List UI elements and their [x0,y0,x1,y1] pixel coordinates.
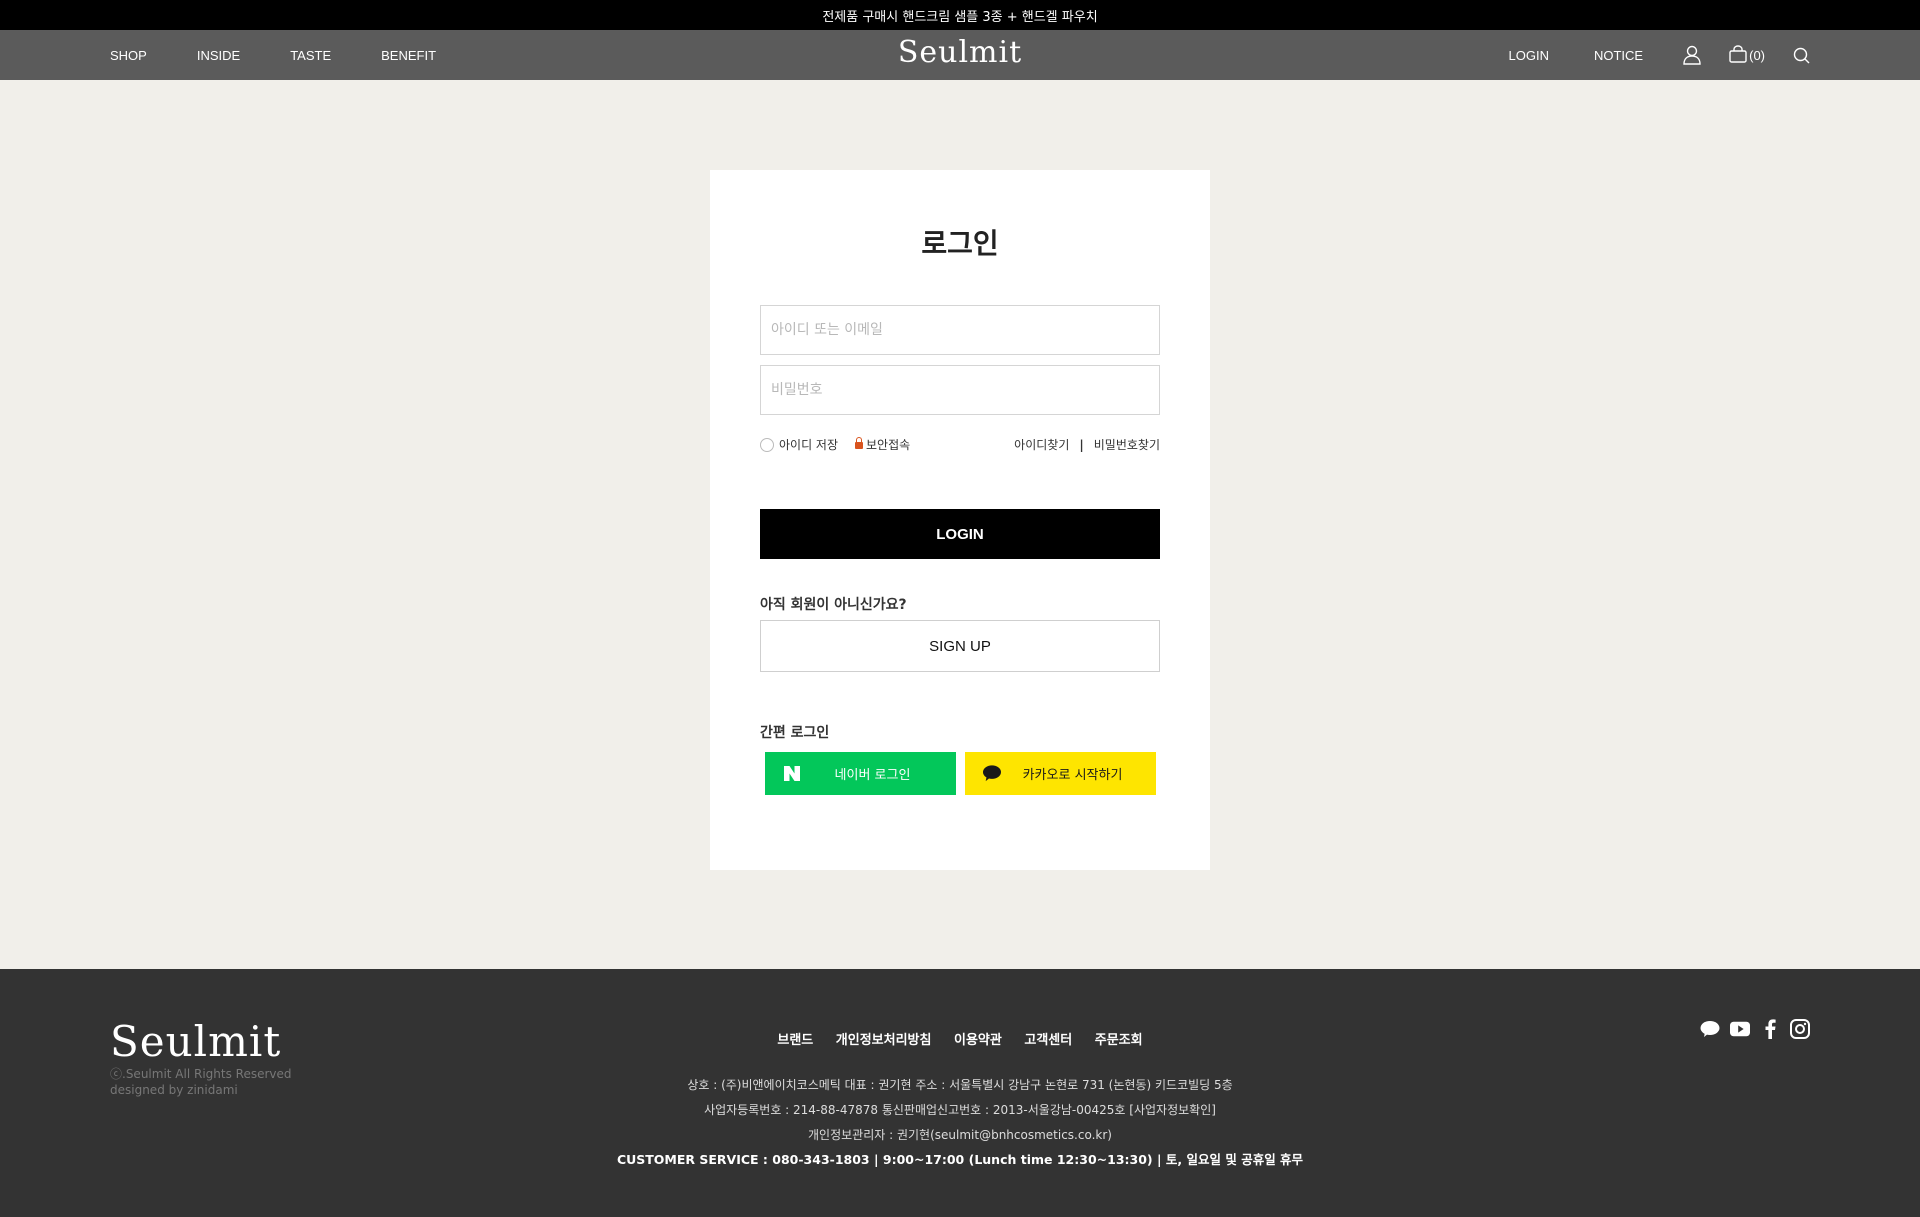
find-account-links: 아이디찾기 | 비밀번호찾기 [1014,436,1160,453]
cart-icon [1729,44,1747,66]
nav-item-inside[interactable]: INSIDE [197,48,240,63]
footer-link-brand[interactable]: 브랜드 [777,1033,813,1048]
nav-login-link[interactable]: LOGIN [1509,48,1549,63]
company-info: 상호 : (주)비앤에이치코스메틱 대표 : 권기현 주소 : 서울특별시 강남… [687,1078,1233,1092]
customer-service-info: CUSTOMER SERVICE : 080-343-1803 | 9:00~1… [616,1152,1304,1167]
page-title: 로그인 [921,227,999,260]
kakao-login-button[interactable]: 카카오로 시작하기 [965,752,1156,795]
naver-login-button[interactable]: 네이버 로그인 [765,752,956,795]
cart-button[interactable]: (0) [1729,44,1765,66]
find-password-link[interactable]: 비밀번호찾기 [1094,436,1160,453]
nav-utilities: LOGIN NOTICE (0) [1464,30,1810,80]
privacy-manager: 개인정보관리자 : 권기현(seulmit@bnhcosmetics.co.kr… [808,1128,1112,1142]
main-navigation: SHOP INSIDE TASTE BENEFIT Seulmit LOGIN … [0,30,1920,80]
social-links [1700,1019,1810,1039]
save-id-radio[interactable] [760,437,774,452]
link-separator: | [1079,437,1084,452]
nav-notice-link[interactable]: NOTICE [1594,48,1643,63]
cart-count: (0) [1749,47,1765,63]
footer-links: 브랜드 개인정보처리방침 이용약관 고객센터 주문조회 [0,1029,1920,1048]
kakao-icon [983,764,1001,782]
signup-button[interactable]: SIGN UP [760,620,1160,672]
naver-icon [783,764,801,782]
youtube-icon[interactable] [1730,1019,1750,1039]
nav-item-benefit[interactable]: BENEFIT [381,48,436,63]
nav-item-taste[interactable]: TASTE [290,48,331,63]
business-registration: 사업자등록번호 : 214-88-47878 통신판매업신고번호 : 2013-… [704,1103,1216,1117]
footer-link-terms[interactable]: 이용약관 [954,1033,1002,1048]
password-input[interactable] [760,365,1160,415]
footer-link-order-lookup[interactable]: 주문조회 [1095,1033,1143,1048]
facebook-icon[interactable] [1760,1019,1780,1039]
signup-question: 아직 회원이 아니신가요? [760,597,907,613]
save-id-label: 아이디 저장 [779,438,839,452]
secure-login-option[interactable]: 보안접속 [855,436,910,453]
kakao-talk-icon[interactable] [1700,1019,1720,1039]
simple-login-heading: 간편 로그인 [760,725,830,741]
footer: Seulmit ⓒ.Seulmit All Rights Reserved de… [0,969,1920,1217]
secure-login-label: 보안접속 [866,438,911,452]
announcement-bar: 전제품 구매시 핸드크림 샘플 3종 + 핸드겔 파우치 [0,0,1920,30]
announcement-text: 전제품 구매시 핸드크림 샘플 3종 + 핸드겔 파우치 [822,9,1098,25]
save-id-option[interactable]: 아이디 저장 [760,436,838,453]
login-button[interactable]: LOGIN [760,509,1160,559]
nav-menu: SHOP INSIDE TASTE BENEFIT [110,30,436,80]
instagram-icon[interactable] [1790,1019,1810,1039]
footer-link-privacy[interactable]: 개인정보처리방침 [836,1033,932,1048]
id-input[interactable] [760,305,1160,355]
nav-item-shop[interactable]: SHOP [110,48,147,63]
find-id-link[interactable]: 아이디찾기 [1014,436,1069,453]
search-icon[interactable] [1793,47,1810,64]
lock-icon [855,437,863,449]
footer-link-customer-center[interactable]: 고객센터 [1024,1033,1072,1048]
login-card: 로그인 아이디 저장 보안접속 아이디찾기 | 비밀번호찾기 LOGIN 아직 … [710,170,1210,870]
user-icon[interactable] [1683,45,1701,65]
